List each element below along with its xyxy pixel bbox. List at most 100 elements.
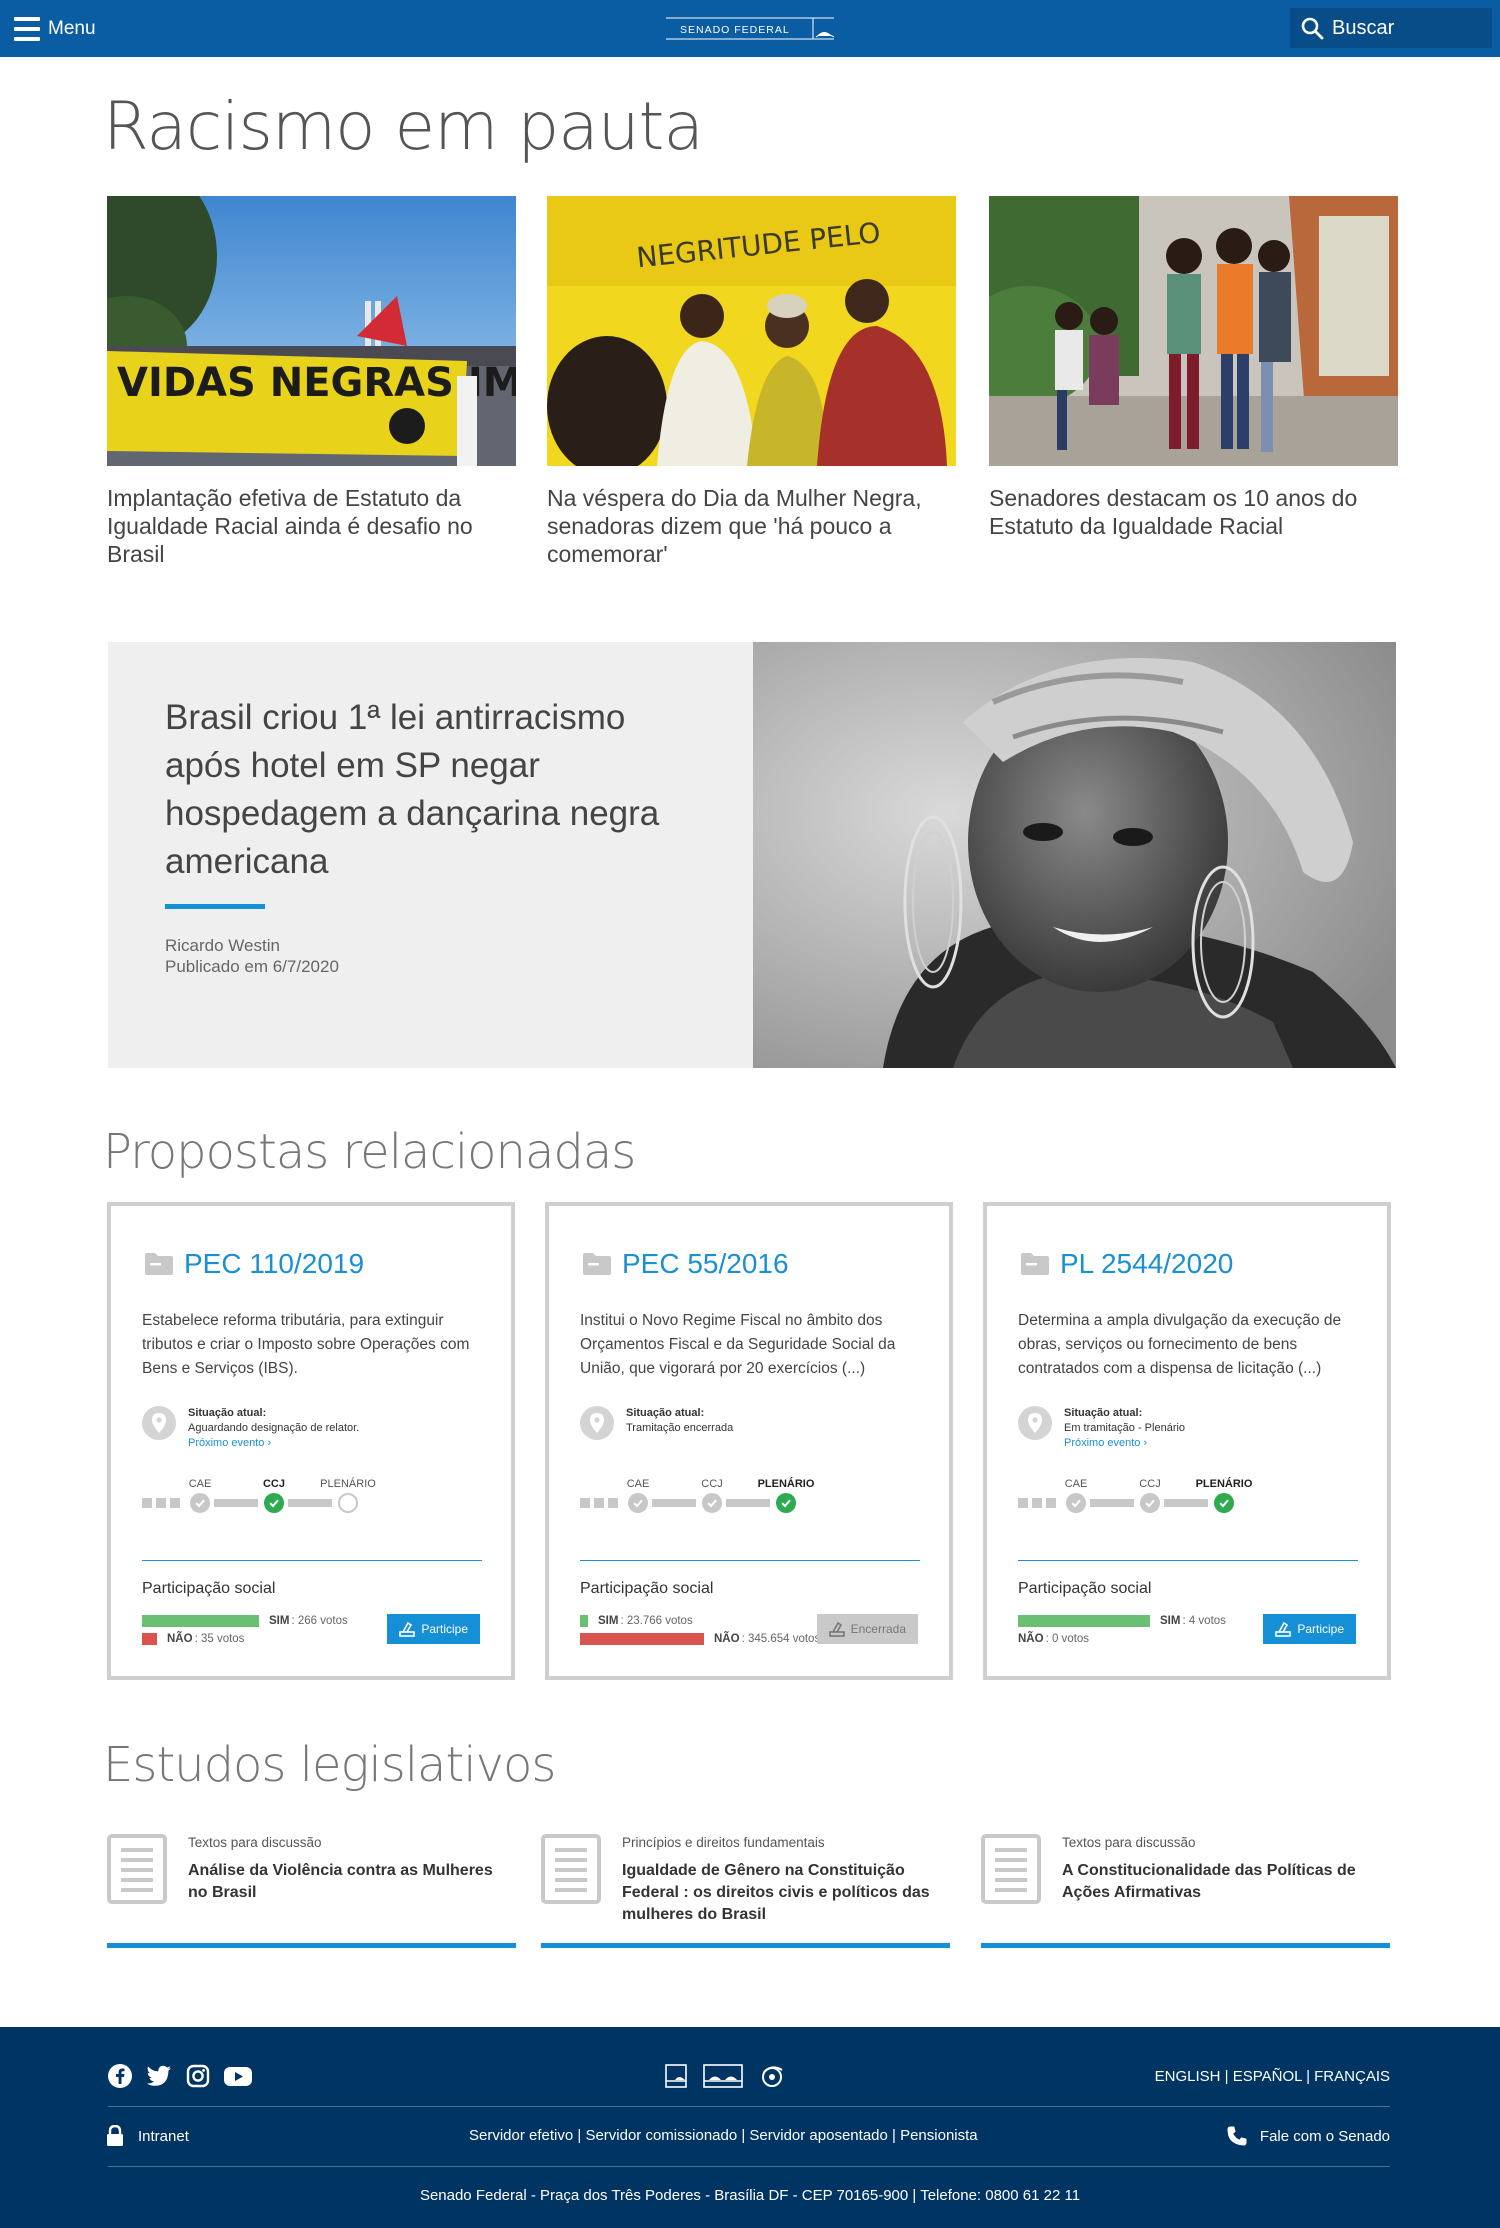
step-label: CAE bbox=[188, 1478, 212, 1490]
proposal-header[interactable]: PEC 110/2019 bbox=[144, 1248, 364, 1280]
study-title[interactable]: A Constitucionalidade das Políticas de A… bbox=[1062, 1860, 1382, 1904]
vote-hand-icon bbox=[1275, 1621, 1292, 1637]
news-image-students[interactable] bbox=[989, 196, 1398, 466]
proposal-card[interactable]: PL 2544/2020 Determina a ampla divulgaçã… bbox=[983, 1202, 1391, 1680]
step-connector bbox=[214, 1499, 258, 1507]
news-title[interactable]: Senadores destacam os 10 anos do Estatut… bbox=[989, 484, 1398, 540]
step-connector bbox=[288, 1499, 332, 1507]
proposal-code[interactable]: PEC 110/2019 bbox=[184, 1248, 364, 1280]
participation-title: Participação social bbox=[142, 1580, 276, 1597]
proposal-description: Determina a ampla divulgação da execução… bbox=[1018, 1312, 1342, 1377]
yes-votes-row: SIM: 266 votos bbox=[142, 1614, 348, 1627]
situation-text: Tramitação encerrada bbox=[626, 1422, 734, 1434]
step-connector bbox=[1164, 1499, 1208, 1507]
participation-title: Participação social bbox=[1018, 1580, 1152, 1597]
proposal-code[interactable]: PL 2544/2020 bbox=[1060, 1248, 1233, 1280]
study-card[interactable]: Princípios e direitos fundamentais Igual… bbox=[541, 1834, 950, 1948]
participate-button-label: Participe bbox=[421, 1622, 468, 1636]
proposal-card[interactable]: PEC 55/2016 Institui o Novo Regime Fisca… bbox=[545, 1202, 953, 1680]
step-label: PLENÁRIO bbox=[1195, 1478, 1253, 1490]
feature-title[interactable]: Brasil criou 1ª lei antirracismo após ho… bbox=[165, 694, 685, 886]
yes-votes-bar bbox=[580, 1614, 588, 1627]
no-votes-count: : 345.654 votos bbox=[741, 1632, 821, 1645]
feature-article[interactable]: Brasil criou 1ª lei antirracismo após ho… bbox=[108, 642, 1396, 1068]
document-icon bbox=[107, 1834, 167, 1904]
vote-hand-icon bbox=[399, 1621, 416, 1637]
study-card[interactable]: Textos para discussão Análise da Violênc… bbox=[107, 1834, 516, 1948]
protest-banner-text: VIDAS NEGRAS IMPORTAM bbox=[117, 360, 516, 406]
proposal-description: Estabelece reforma tributária, para exti… bbox=[142, 1312, 470, 1377]
search-icon[interactable] bbox=[1300, 16, 1324, 40]
instagram-icon[interactable] bbox=[186, 2064, 210, 2088]
vote-hand-icon bbox=[828, 1621, 845, 1637]
news-title[interactable]: Implantação efetiva de Estatuto da Igual… bbox=[107, 484, 516, 568]
yes-votes-count: : 266 votos bbox=[291, 1614, 348, 1627]
intranet-link[interactable]: Intranet bbox=[106, 2125, 189, 2147]
step-connector bbox=[652, 1499, 696, 1507]
facebook-icon[interactable] bbox=[108, 2064, 132, 2088]
news-title[interactable]: Na véspera do Dia da Mulher Negra, senad… bbox=[547, 484, 956, 568]
proposal-situation: Situação atual: Aguardando designação de… bbox=[142, 1406, 359, 1451]
news-card[interactable]: Senadores destacam os 10 anos do Estatut… bbox=[989, 196, 1398, 540]
proposal-card[interactable]: PEC 110/2019 Estabelece reforma tributár… bbox=[107, 1202, 515, 1680]
step-marker bbox=[1046, 1498, 1056, 1508]
yes-votes-count: : 23.766 votos bbox=[620, 1614, 693, 1627]
social-links bbox=[108, 2064, 252, 2088]
study-title[interactable]: Igualdade de Gênero na Constituição Fede… bbox=[622, 1860, 942, 1926]
news-card[interactable]: NEGRITUDE PELO Na véspera do Dia da Mulh… bbox=[547, 196, 956, 568]
search-box[interactable] bbox=[1290, 8, 1492, 48]
process-steps: CAE CCJ PLENÁRIO bbox=[580, 1478, 920, 1518]
situation-label: Situação atual: bbox=[188, 1407, 267, 1419]
footer-service-icons bbox=[665, 2064, 785, 2088]
contact-link[interactable]: Fale com o Senado bbox=[1226, 2125, 1390, 2147]
section-title-estudos: Estudos legislativos bbox=[103, 1737, 556, 1793]
situation-text: Aguardando designação de relator. bbox=[188, 1422, 360, 1434]
proposal-code[interactable]: PEC 55/2016 bbox=[622, 1248, 789, 1280]
language-links[interactable]: ENGLISH | ESPAÑOL | FRANÇAIS bbox=[1155, 2068, 1390, 2085]
menu-button[interactable]: Menu bbox=[14, 14, 96, 44]
tv-senado-icon[interactable] bbox=[665, 2064, 687, 2088]
proposal-header[interactable]: PEC 55/2016 bbox=[582, 1248, 789, 1280]
study-title[interactable]: Análise da Violência contra as Mulheres … bbox=[188, 1860, 508, 1904]
feature-portrait-photo[interactable] bbox=[753, 642, 1396, 1068]
study-category: Textos para discussão bbox=[1062, 1835, 1196, 1850]
feature-author: Ricardo Westin bbox=[165, 936, 280, 955]
proposal-header[interactable]: PL 2544/2020 bbox=[1020, 1248, 1233, 1280]
lock-icon bbox=[107, 2125, 123, 2146]
folder-icon bbox=[1021, 1253, 1049, 1275]
next-event-link[interactable]: Próximo evento › bbox=[188, 1437, 271, 1449]
step-label: CAE bbox=[626, 1478, 650, 1490]
contact-label: Fale com o Senado bbox=[1259, 2127, 1390, 2145]
radio-senado-icon[interactable] bbox=[703, 2064, 743, 2088]
document-icon bbox=[981, 1834, 1041, 1904]
step-marker bbox=[594, 1498, 604, 1508]
participate-button[interactable]: Participe bbox=[1263, 1614, 1356, 1644]
section-title-racismo: Racismo em pauta bbox=[103, 88, 704, 165]
no-votes-bar bbox=[142, 1632, 157, 1645]
study-card[interactable]: Textos para discussão A Constitucionalid… bbox=[981, 1834, 1390, 1948]
section-title-propostas: Propostas relacionadas bbox=[103, 1124, 636, 1180]
employee-links[interactable]: Servidor efetivo | Servidor comissionado… bbox=[469, 2127, 978, 2144]
agencia-senado-icon[interactable] bbox=[759, 2064, 785, 2088]
twitter-icon[interactable] bbox=[146, 2064, 172, 2088]
footer-address: Senado Federal - Praça dos Três Poderes … bbox=[419, 2187, 1081, 2204]
news-card[interactable]: VIDAS NEGRAS IMPORTAM Implantação efetiv… bbox=[107, 196, 516, 568]
senado-federal-logo[interactable]: SENADO FEDERAL bbox=[666, 16, 834, 41]
step-marker bbox=[170, 1498, 180, 1508]
phone-icon bbox=[1227, 2126, 1247, 2146]
participate-button-label: Participe bbox=[1297, 1622, 1344, 1636]
participate-button[interactable]: Participe bbox=[387, 1614, 480, 1644]
no-label: NÃO bbox=[714, 1632, 740, 1645]
step-marker bbox=[1032, 1498, 1042, 1508]
search-input[interactable] bbox=[1332, 16, 1482, 40]
step-marker bbox=[580, 1498, 590, 1508]
news-image-protest[interactable]: VIDAS NEGRAS IMPORTAM bbox=[107, 196, 516, 466]
next-event-link[interactable]: Próximo evento › bbox=[1064, 1437, 1147, 1449]
step-status-icon bbox=[338, 1493, 358, 1513]
proposal-situation: Situação atual: Tramitação encerrada bbox=[580, 1406, 733, 1440]
news-image-women[interactable]: NEGRITUDE PELO bbox=[547, 196, 956, 466]
participate-button[interactable]: Encerrada bbox=[816, 1614, 918, 1644]
feature-accent-bar bbox=[165, 904, 265, 909]
youtube-icon[interactable] bbox=[224, 2064, 252, 2088]
step-status-icon bbox=[628, 1493, 648, 1513]
